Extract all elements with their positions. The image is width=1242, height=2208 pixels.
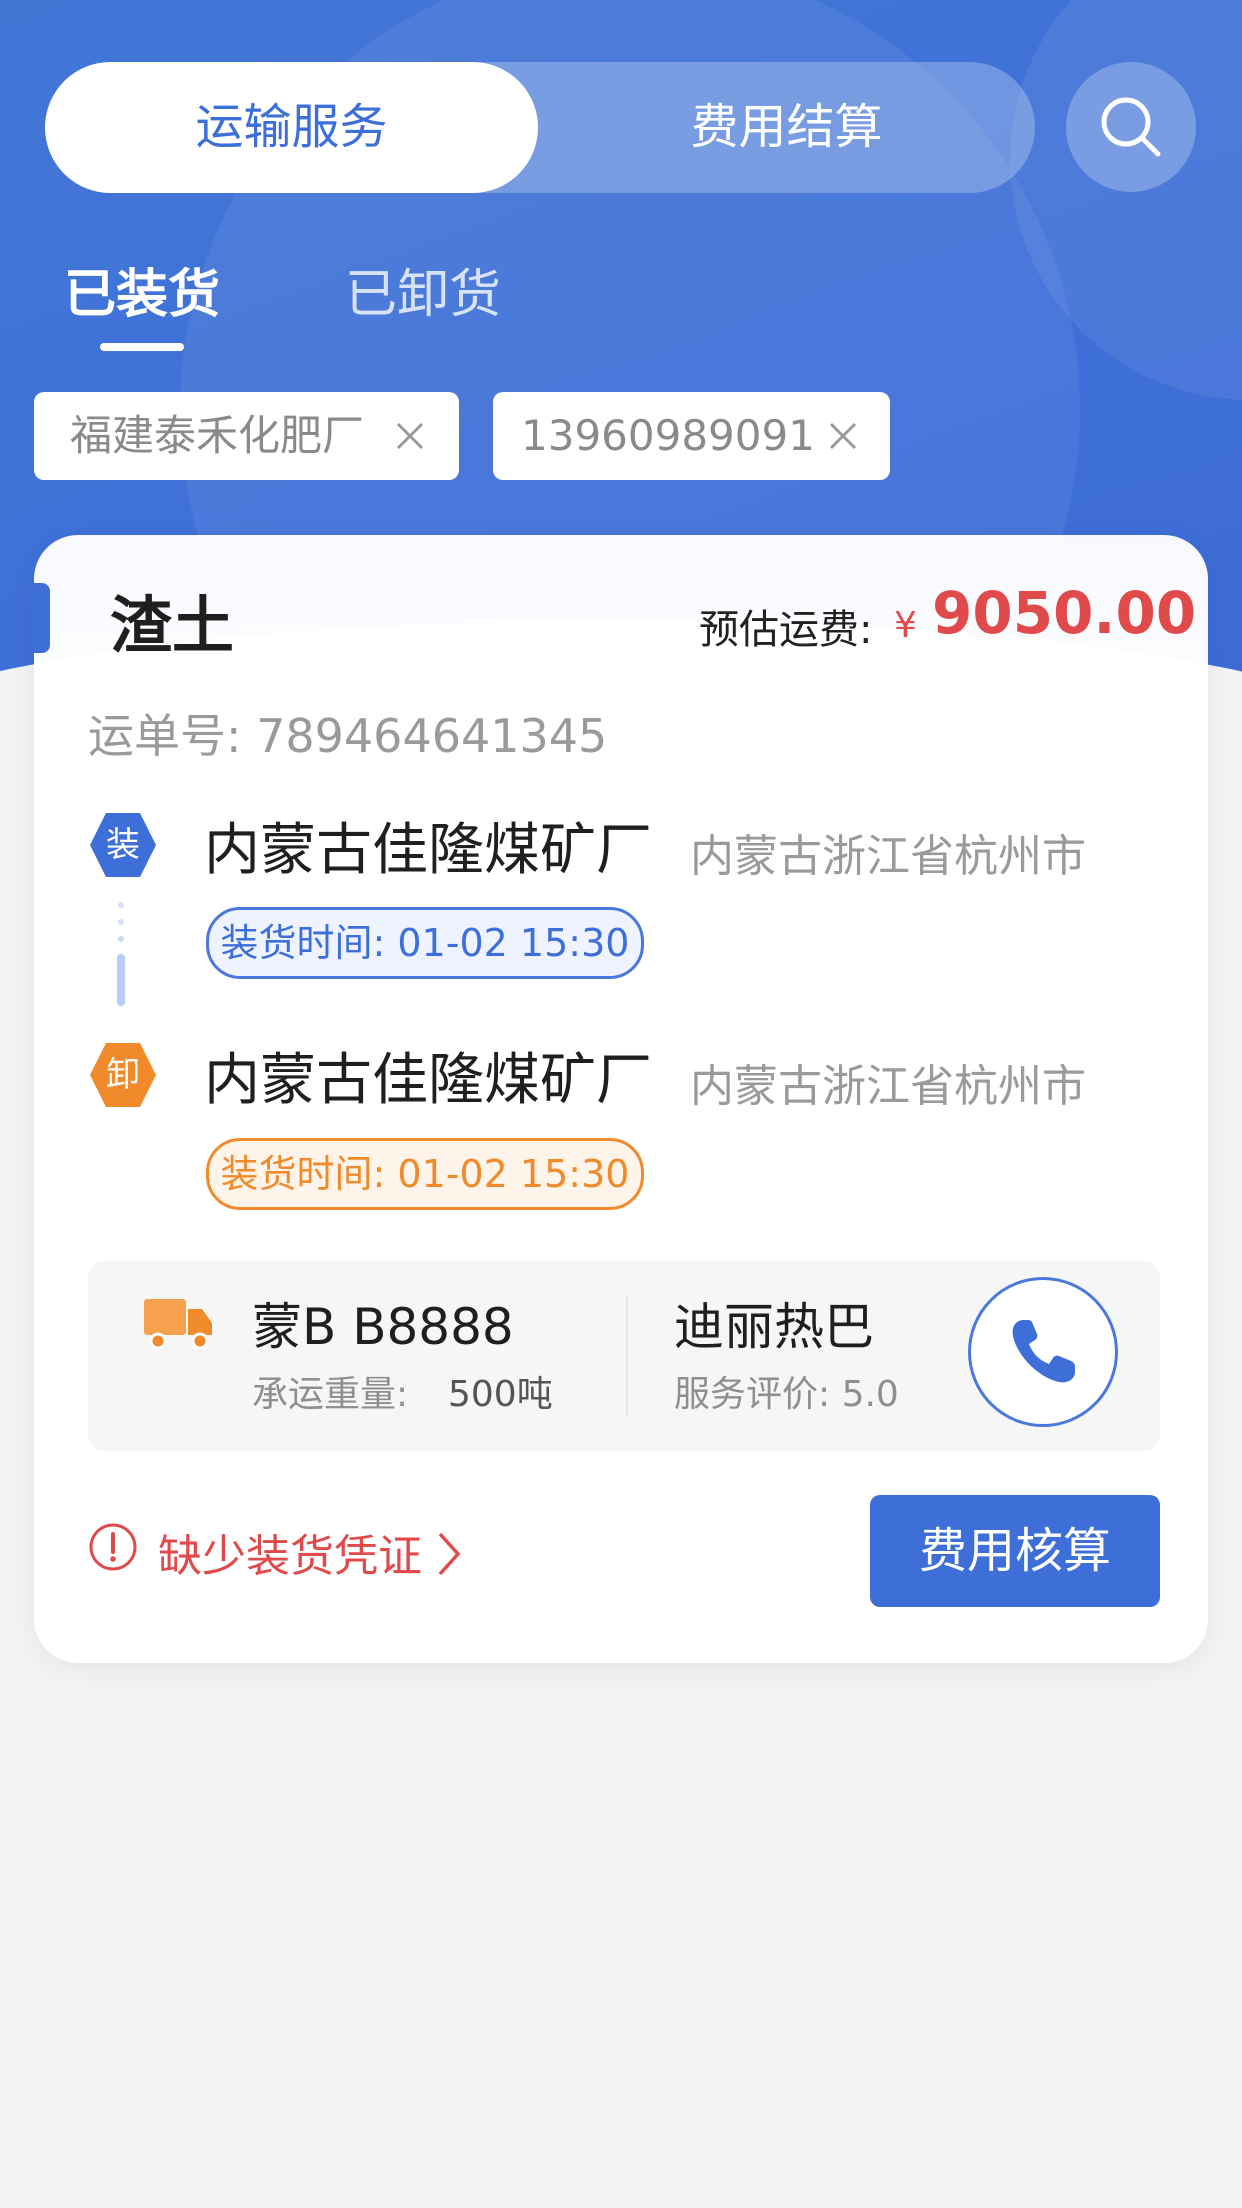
load-region: 内蒙古浙江省杭州市 [690, 831, 1086, 882]
close-icon[interactable] [394, 420, 426, 452]
driver-rating: 服务评价: 5.0 [674, 1374, 899, 1415]
estimated-fee-value: 9050.00 [932, 579, 1197, 647]
weight-value: 500吨 [448, 1374, 553, 1415]
active-tab-indicator [100, 343, 184, 351]
phone-icon [1012, 1320, 1075, 1383]
warning-icon [89, 1523, 137, 1571]
filter-chip-company[interactable]: 福建泰禾化肥厂 [34, 392, 459, 480]
weight-label: 承运重量: [252, 1374, 409, 1415]
filter-chip-label: 13960989091 [521, 411, 815, 460]
cargo-name: 渣土 [110, 589, 235, 662]
route-connector [117, 902, 125, 1006]
fee-calculation-button[interactable]: 费用核算 [870, 1495, 1160, 1607]
divider [626, 1295, 628, 1415]
missing-voucher-link[interactable]: 缺少装货凭证 [158, 1520, 422, 1584]
call-driver-button[interactable] [968, 1277, 1118, 1427]
segment-transport-service[interactable]: 运输服务 [45, 62, 538, 193]
top-segment-control: 运输服务 费用结算 [45, 62, 1035, 193]
unload-time-pill: 装货时间: 01-02 15:30 [206, 1138, 644, 1210]
load-time-pill: 装货时间: 01-02 15:30 [206, 907, 644, 979]
truck-icon [144, 1299, 212, 1350]
unload-place: 内蒙古佳隆煤矿厂 [204, 1048, 652, 1113]
order-card[interactable]: 渣土 预估运费: ¥ 9050.00 运单号: 789464641345 装 内… [34, 535, 1208, 1663]
currency-symbol: ¥ [894, 605, 917, 646]
card-accent-bar [34, 583, 50, 653]
tab-unloaded[interactable]: 已卸货 [345, 252, 501, 327]
estimated-fee-label: 预估运费: [699, 607, 873, 653]
vehicle-plate: 蒙B B8888 [252, 1298, 514, 1356]
segment-fee-settlement[interactable]: 费用结算 [538, 62, 1035, 193]
waybill-number: 运单号: 789464641345 [88, 709, 608, 763]
load-badge-label: 装 [106, 825, 140, 865]
search-icon [1101, 97, 1161, 157]
filter-chip-phone[interactable]: 13960989091 [493, 392, 890, 480]
close-icon[interactable] [827, 420, 859, 452]
vehicle-driver-info: 蒙B B8888 承运重量: 500吨 迪丽热巴 服务评价: 5.0 [88, 1261, 1160, 1451]
chevron-right-icon [438, 1532, 461, 1576]
search-button[interactable] [1066, 62, 1196, 192]
driver-name: 迪丽热巴 [674, 1298, 874, 1356]
unload-badge-label: 卸 [106, 1055, 140, 1095]
filter-chip-label: 福建泰禾化肥厂 [70, 411, 365, 460]
tab-loaded[interactable]: 已装货 [64, 252, 220, 327]
load-badge: 装 [88, 810, 158, 880]
load-place: 内蒙古佳隆煤矿厂 [204, 818, 652, 883]
unload-region: 内蒙古浙江省杭州市 [690, 1061, 1086, 1112]
unload-badge: 卸 [88, 1040, 158, 1110]
